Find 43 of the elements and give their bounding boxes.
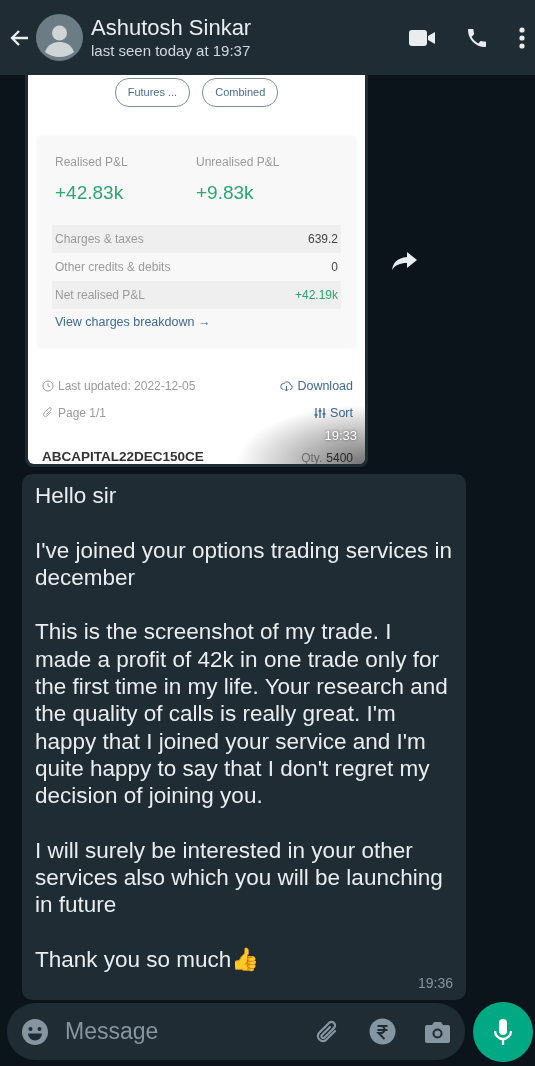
contact-name[interactable]: Ashutosh Sinkar [91,14,409,41]
row-label: Charges & taxes [55,231,144,248]
message-paragraph: I will surely be interested in your other services also which you will be launching in future [35,836,444,919]
filter-chip: Futures ... [114,78,191,107]
paperclip-icon [42,407,54,420]
message-input-bar[interactable]: Message [7,1003,465,1060]
video-call-icon[interactable] [409,28,435,47]
rupee-payment-icon[interactable] [369,1018,396,1045]
charges-breakdown-link[interactable]: View charges breakdown → [55,313,211,332]
message-field[interactable]: Message [63,1013,299,1050]
forward-icon[interactable] [392,251,418,271]
last-seen-status: last seen today at 19:37 [91,40,252,61]
sort-link[interactable]: Sort [330,403,353,423]
qty-value: 5400 [326,449,353,464]
summary-value: +42.83k [55,180,125,205]
instrument-name: ABCAPITAL22DEC150CE [42,447,204,464]
row-label: Other credits & debits [55,259,171,276]
message-time: 19:36 [416,974,453,994]
row-value: 639.2 [307,231,338,248]
more-options-icon[interactable] [519,26,525,49]
message-paragraph: I've joined your options trading services in december [35,536,453,592]
emoji-icon[interactable] [21,1017,49,1046]
message-paragraph: This is the screenshot of my trade. I made a profit of 42k in one trade only for the first time in my life. Your research and the quality of calls is really great. I'm happy that I joined your service and I'm quite happy to say that I don't regret my decision of joining you. [35,618,449,810]
download-link[interactable]: Download [297,377,353,396]
filter-chip: Combined [202,78,279,107]
row-value: +42.19k [294,287,338,304]
summary-label: Realised P&L [55,153,129,171]
row-value: 0 [331,259,338,276]
message-paragraph: Thank you so much👍 [35,946,261,974]
message-paragraph: Hello sir [35,482,118,510]
last-updated-text: Last updated: 2022-12-05 [58,378,196,396]
message-time: 19:33 [324,426,357,445]
clock-icon [42,380,54,393]
avatar-icon[interactable] [36,14,83,61]
page-count: Page 1/1 [58,405,107,423]
qty-label: Qty. [301,449,323,464]
summary-value: +9.83k [196,180,255,205]
sort-sliders-icon [314,407,327,420]
summary-label: Unrealised P&L [196,153,281,171]
camera-icon[interactable] [424,1019,451,1044]
row-label: Net realised P&L [55,287,146,304]
microphone-icon [493,1017,513,1046]
cloud-download-icon [280,380,294,393]
